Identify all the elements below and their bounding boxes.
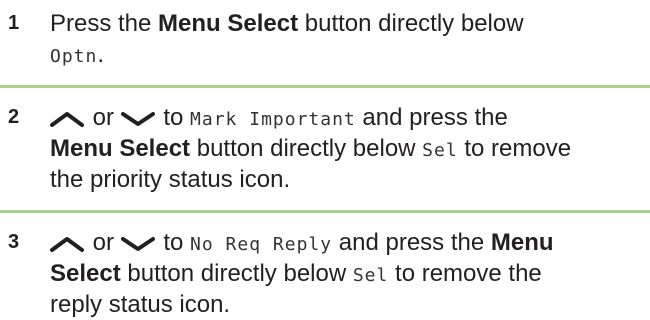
text: or — [86, 104, 121, 131]
step-text: or to No Req Reply and press the Menu Se… — [50, 227, 650, 320]
step-line: or to No Req Reply and press the Menu — [50, 227, 650, 258]
text: reply status icon. — [50, 291, 231, 318]
text: and press the — [355, 104, 508, 131]
step-number: 1 — [8, 12, 20, 34]
text: to remove the — [388, 260, 542, 287]
up-arrow-icon — [50, 236, 84, 252]
text: or — [86, 229, 121, 256]
step-number: 2 — [8, 106, 20, 128]
divider — [0, 210, 650, 213]
text: button directly below — [190, 135, 423, 162]
lcd-text-sel: Sel — [422, 140, 458, 161]
step-text: or to Mark Important and press the Menu … — [50, 102, 650, 195]
menu-select-label: Menu — [490, 229, 554, 256]
menu-select-label: Menu Select — [50, 135, 191, 162]
down-arrow-icon — [120, 111, 155, 126]
step-number: 3 — [8, 231, 20, 253]
text: to — [156, 104, 191, 131]
lcd-text-optn: Optn — [50, 46, 98, 67]
text: to — [156, 229, 191, 256]
text: Press the — [50, 10, 159, 37]
text: button directly below — [120, 260, 353, 287]
down-arrow-icon — [120, 236, 155, 251]
lcd-text-sel: Sel — [352, 265, 389, 286]
step-text: Press the Menu Select button directly be… — [50, 8, 650, 70]
step-line: Select button directly below Sel to remo… — [50, 258, 650, 289]
step-line: Menu Select button directly below Sel to… — [50, 133, 650, 164]
up-arrow-icon — [50, 111, 84, 127]
step-line: the priority status icon. — [50, 164, 650, 195]
step-line: Optn. — [50, 39, 650, 70]
text: and press the — [332, 229, 491, 256]
lcd-text-mark-important: Mark Important — [190, 109, 356, 130]
step-line: Press the Menu Select button directly be… — [50, 8, 650, 39]
menu-select-label: Select — [50, 260, 121, 287]
step-line: or to Mark Important and press the — [50, 102, 650, 133]
text: to remove — [457, 135, 572, 162]
divider — [0, 85, 650, 88]
text: the priority status icon. — [50, 166, 291, 193]
lcd-text-no-req-reply: No Req Reply — [190, 234, 333, 255]
text: . — [97, 41, 105, 68]
text: button directly below — [298, 10, 524, 37]
step-line: reply status icon. — [50, 289, 650, 320]
menu-select-label: Menu Select — [158, 10, 299, 37]
